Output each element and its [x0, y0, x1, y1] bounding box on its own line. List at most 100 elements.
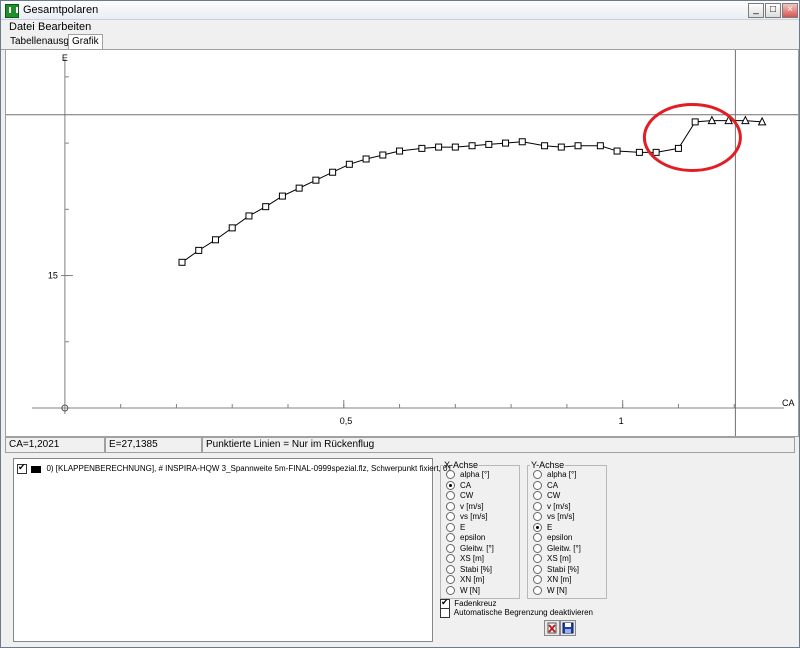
y-axis-radio[interactable]: [533, 585, 542, 595]
data-point-square: [674, 144, 682, 152]
window-title: Gesamtpolaren: [23, 4, 99, 16]
title-bar[interactable]: Gesamtpolaren _ □ ×: [1, 1, 799, 20]
x-axis-option[interactable]: alpha [°]: [446, 470, 489, 480]
x-axis-option[interactable]: CW: [446, 491, 473, 501]
data-point-square: [596, 142, 604, 150]
y-axis-option[interactable]: CW: [533, 491, 560, 501]
x-axis-radio[interactable]: [446, 522, 455, 532]
maximize-button[interactable]: □: [765, 3, 781, 18]
close-button[interactable]: ×: [782, 3, 798, 18]
data-point-square: [178, 258, 186, 266]
y-axis-option-label: Gleitw. [°]: [547, 543, 581, 553]
y-axis-option[interactable]: W [N]: [533, 586, 567, 596]
x-axis-option-label: Stabi [%]: [460, 564, 493, 574]
data-point-square: [502, 139, 510, 147]
x-axis-option[interactable]: v [m/s]: [446, 502, 484, 512]
x-axis-option[interactable]: vs [m/s]: [446, 512, 488, 522]
data-point-square: [396, 147, 404, 155]
autolimit-checkbox[interactable]: [440, 608, 450, 618]
data-point-square: [485, 140, 493, 148]
x-axis-option[interactable]: CA: [446, 481, 471, 491]
menu-bearbeiten[interactable]: Bearbeiten: [38, 21, 91, 33]
y-axis-radio[interactable]: [533, 543, 542, 553]
status-ca: CA=1,2021: [5, 437, 105, 453]
x-tick-label: 0,5: [340, 416, 353, 426]
y-axis-label: E: [62, 53, 68, 63]
y-axis-option[interactable]: vs [m/s]: [533, 512, 575, 522]
y-axis-option[interactable]: Gleitw. [°]: [533, 544, 581, 554]
y-axis-option[interactable]: CA: [533, 481, 558, 491]
x-axis-radio[interactable]: [446, 491, 455, 501]
series-line: [181, 120, 763, 263]
save-button[interactable]: [560, 620, 576, 636]
data-point-square: [195, 246, 203, 254]
x-axis-option-label: XN [m]: [460, 575, 485, 584]
crosshair-label: Fadenkreuz: [454, 599, 497, 609]
series-checkbox[interactable]: [17, 462, 27, 474]
x-axis-radio[interactable]: [446, 533, 455, 543]
data-point-square: [691, 118, 699, 126]
series-row[interactable]: 0) [KLAPPENBERECHNUNG], # INSPIRA-HQW 3_…: [17, 462, 452, 474]
y-axis-title: Y-Achse: [531, 460, 565, 470]
x-axis-option-label: alpha [°]: [460, 470, 490, 479]
x-axis-radio[interactable]: [446, 564, 455, 574]
y-axis-option-label: W [N]: [547, 585, 567, 595]
x-axis-option[interactable]: XS [m]: [446, 554, 484, 564]
data-point-square: [262, 203, 270, 211]
x-axis-radio[interactable]: [446, 480, 455, 490]
y-axis-radio[interactable]: [533, 512, 542, 522]
x-axis-option[interactable]: W [N]: [446, 586, 480, 596]
y-axis-radio[interactable]: [533, 522, 542, 532]
polar-chart[interactable]: CA E 0,5 1 15: [6, 50, 798, 436]
data-point-square: [451, 143, 459, 151]
y-axis-radio[interactable]: [533, 564, 542, 574]
x-axis-option[interactable]: XN [m]: [446, 575, 484, 585]
menu-bar: Datei Bearbeiten: [1, 20, 799, 34]
x-axis-radio[interactable]: [446, 470, 455, 480]
x-axis-radio[interactable]: [446, 512, 455, 522]
x-axis-option[interactable]: Stabi [%]: [446, 565, 492, 575]
x-axis-option-label: XS [m]: [460, 554, 485, 563]
x-axis-radio[interactable]: [446, 575, 455, 585]
data-point-square: [245, 212, 253, 220]
y-axis-option[interactable]: alpha [°]: [533, 470, 576, 480]
menu-datei[interactable]: Datei: [9, 21, 35, 33]
data-point-square: [652, 148, 660, 156]
x-axis-radio[interactable]: [446, 585, 455, 595]
data-point-square: [613, 147, 621, 155]
x-axis-option[interactable]: Gleitw. [°]: [446, 544, 494, 554]
y-axis-radio[interactable]: [533, 480, 542, 490]
y-axis-option-label: XS [m]: [547, 554, 572, 563]
x-axis-radio[interactable]: [446, 554, 455, 564]
x-axis-radio[interactable]: [446, 501, 455, 511]
chart-area[interactable]: CA E 0,5 1 15: [5, 49, 799, 437]
data-point-square: [379, 151, 387, 159]
y-axis-radio[interactable]: [533, 554, 542, 564]
y-axis-option[interactable]: v [m/s]: [533, 502, 571, 512]
y-axis-radio[interactable]: [533, 491, 542, 501]
y-axis-option[interactable]: Stabi [%]: [533, 565, 579, 575]
tab-grafik[interactable]: Grafik: [68, 34, 103, 50]
x-axis-option[interactable]: epsilon: [446, 533, 485, 543]
y-axis-radio[interactable]: [533, 575, 542, 585]
series-list[interactable]: 0) [KLAPPENBERECHNUNG], # INSPIRA-HQW 3_…: [13, 458, 452, 642]
minimize-button[interactable]: _: [748, 3, 764, 18]
y-axis-option[interactable]: XS [m]: [533, 554, 571, 564]
x-axis-option-label: W [N]: [460, 585, 480, 595]
y-axis-option[interactable]: XN [m]: [533, 575, 571, 585]
x-axis-radio[interactable]: [446, 543, 455, 553]
autolimit-option[interactable]: Automatische Begrenzung deaktivieren: [440, 608, 593, 618]
y-axis-option-label: XN [m]: [547, 575, 572, 584]
y-axis-radio[interactable]: [533, 501, 542, 511]
y-axis-option[interactable]: E: [533, 523, 552, 533]
series-label: 0) [KLAPPENBERECHNUNG], # INSPIRA-HQW 3_…: [46, 464, 452, 474]
data-point-square: [278, 192, 286, 200]
y-axis-radio[interactable]: [533, 470, 542, 480]
y-axis-radio[interactable]: [533, 533, 542, 543]
data-point-square: [228, 224, 236, 232]
y-axis-option[interactable]: epsilon: [533, 533, 572, 543]
x-axis-option-label: epsilon: [460, 533, 486, 542]
status-bar: CA=1,2021 E=27,1385 Punktierte Linien = …: [5, 437, 797, 453]
export-button[interactable]: [544, 620, 560, 636]
x-axis-option[interactable]: E: [446, 523, 465, 533]
